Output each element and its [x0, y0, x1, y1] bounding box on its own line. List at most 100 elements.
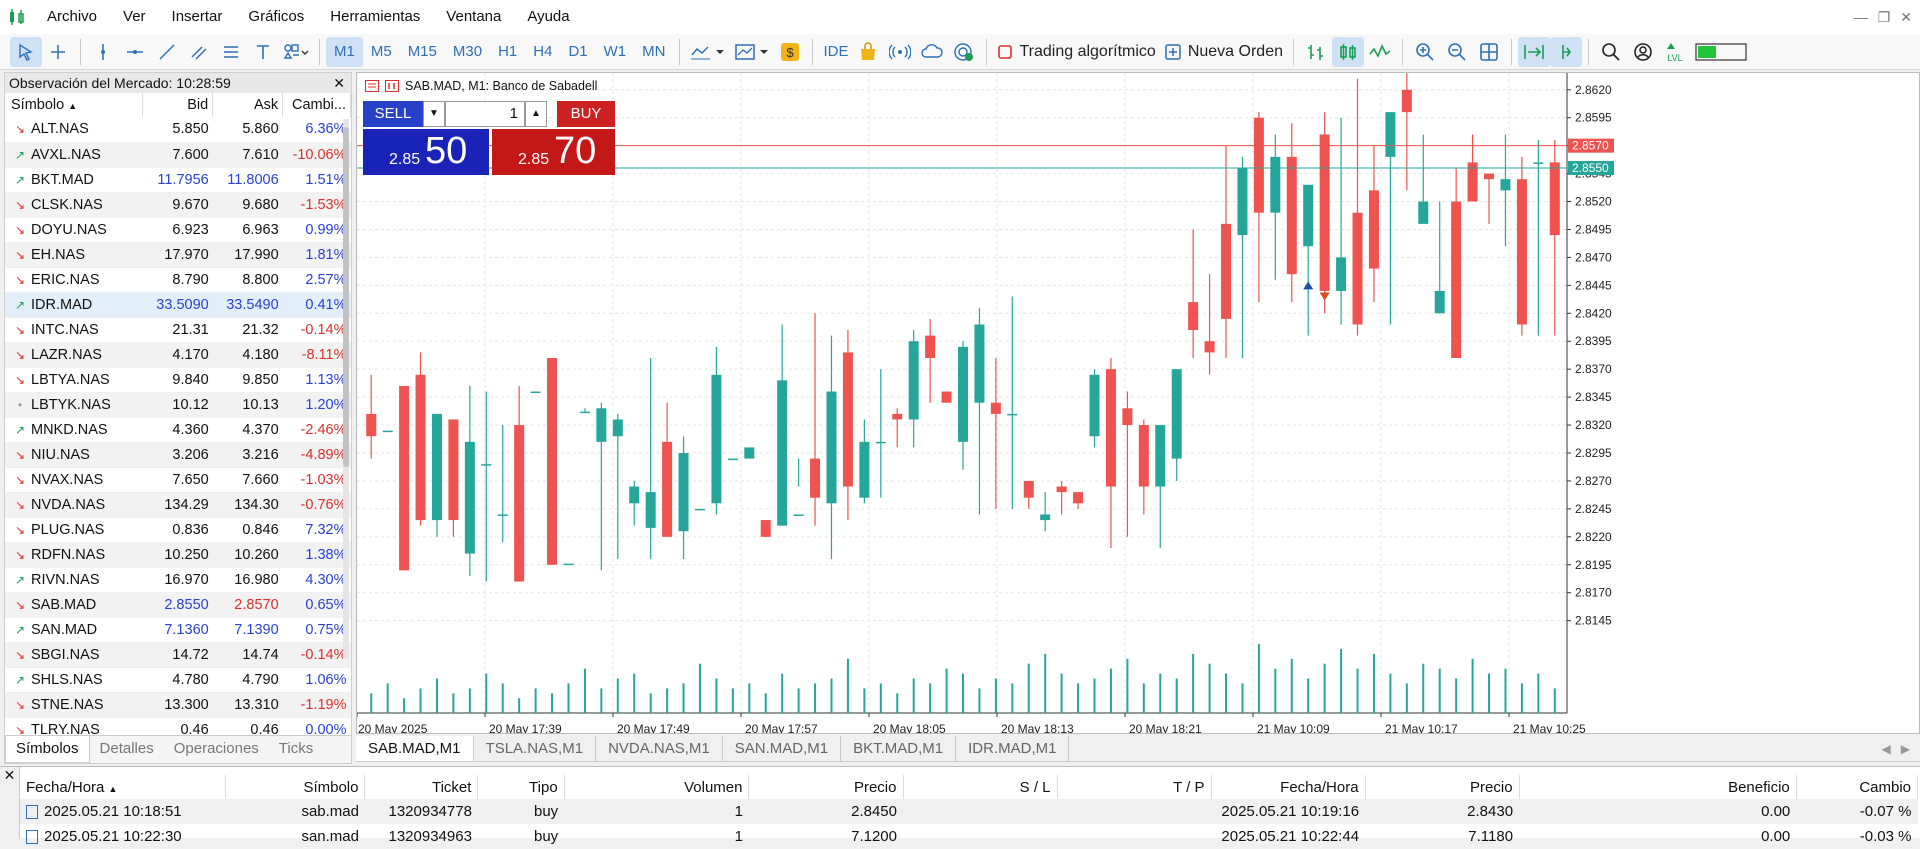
market-watch-row[interactable]: ↘ STNE.NAS 13.300 13.310 -1.19% — [5, 692, 351, 718]
lot-decrease-button[interactable]: ▼ — [423, 101, 445, 127]
column-sl[interactable]: S / L — [903, 775, 1058, 799]
market-watch-row[interactable]: ↘ NVDA.NAS 134.29 134.30 -0.76% — [5, 492, 351, 518]
chart-tab-san[interactable]: SAN.MAD,M1 — [723, 736, 842, 761]
market-watch-row[interactable]: ↘ NIU.NAS 3.206 3.216 -4.89% — [5, 442, 351, 468]
timeframe-m30-button[interactable]: M30 — [445, 37, 490, 67]
timeframe-m5-button[interactable]: M5 — [363, 37, 400, 67]
market-watch-row[interactable]: ↘ DOYU.NAS 6.923 6.963 0.99% — [5, 217, 351, 243]
new-order-button[interactable]: Nueva Orden — [1160, 37, 1287, 67]
timeframe-h1-button[interactable]: H1 — [490, 37, 525, 67]
search-icon[interactable] — [1595, 37, 1627, 67]
lot-increase-button[interactable]: ▲ — [525, 101, 547, 127]
timeframe-h4-button[interactable]: H4 — [525, 37, 560, 67]
column-open-time[interactable]: Fecha/Hora ▲ — [20, 775, 226, 799]
market-bag-icon[interactable] — [852, 37, 884, 67]
market-watch-row[interactable]: ↗ RIVN.NAS 16.970 16.980 4.30% — [5, 567, 351, 593]
market-watch-row[interactable]: ↗ AVXL.NAS 7.600 7.610 -10.06% — [5, 142, 351, 168]
level-badge[interactable]: LVL — [1659, 37, 1691, 67]
text-tool-button[interactable] — [247, 37, 279, 67]
market-watch-row[interactable]: ↗ SHLS.NAS 4.780 4.790 1.06% — [5, 667, 351, 693]
market-watch-row[interactable]: ↘ NVAX.NAS 7.650 7.660 -1.03% — [5, 467, 351, 493]
chart-shift-icon[interactable] — [1550, 36, 1582, 67]
trade-row[interactable]: 2025.05.21 10:18:51 sab.mad 1320934778 buy 1… — [20, 799, 1918, 824]
market-watch-row[interactable]: ↗ SAN.MAD 7.1360 7.1390 0.75% — [5, 617, 351, 643]
bar-chart-button[interactable] — [1300, 37, 1332, 67]
column-bid[interactable]: Bid — [142, 93, 214, 117]
menu-insertar[interactable]: Insertar — [159, 0, 236, 34]
market-watch-row[interactable]: ↘ PLUG.NAS 0.836 0.846 7.32% — [5, 517, 351, 543]
market-watch-row[interactable]: ↘ RDFN.NAS 10.250 10.260 1.38% — [5, 542, 351, 568]
column-change[interactable]: Cambi... — [282, 93, 351, 117]
vps-cloud-icon[interactable] — [916, 37, 948, 67]
sell-price-quote[interactable]: 2.85 50 — [363, 129, 489, 175]
tab-symbols[interactable]: Símbolos — [5, 736, 90, 763]
close-icon[interactable]: ✕ — [333, 73, 345, 93]
column-symbol[interactable]: Símbolo — [225, 775, 366, 799]
column-ask[interactable]: Ask — [212, 93, 284, 117]
column-tp[interactable]: T / P — [1057, 775, 1212, 799]
cursor-tool-button[interactable] — [10, 36, 42, 67]
menu-archivo[interactable]: Archivo — [34, 0, 110, 34]
close-icon[interactable]: ✕ — [1900, 9, 1912, 26]
menu-herramientas[interactable]: Herramientas — [317, 0, 433, 34]
timeframe-m1-button[interactable]: M1 — [326, 36, 363, 67]
minimize-icon[interactable]: — — [1854, 9, 1868, 25]
chart-tab-bkt[interactable]: BKT.MAD,M1 — [841, 736, 957, 761]
market-watch-row[interactable]: ↘ EH.NAS 17.970 17.990 1.81% — [5, 242, 351, 268]
market-watch-row[interactable]: ↗ BKT.MAD 11.7956 11.8006 1.51% — [5, 167, 351, 193]
channel-tool-button[interactable] — [183, 37, 215, 67]
timeframe-mn-button[interactable]: MN — [634, 37, 673, 67]
buy-price-quote[interactable]: 2.85 70 — [492, 129, 615, 175]
dollar-icon[interactable]: $ — [774, 37, 806, 67]
horizontal-line-tool-button[interactable] — [119, 37, 151, 67]
close-icon[interactable]: ✕ — [4, 767, 16, 783]
account-icon[interactable] — [1627, 37, 1659, 67]
market-watch-row[interactable]: ↘ INTC.NAS 21.31 21.32 -0.14% — [5, 317, 351, 343]
vertical-line-tool-button[interactable] — [87, 37, 119, 67]
fibonacci-tool-button[interactable] — [215, 37, 247, 67]
market-watch-scrollbar[interactable] — [343, 119, 349, 659]
menu-ventana[interactable]: Ventana — [433, 0, 514, 34]
chart-templates-button[interactable] — [730, 37, 774, 67]
market-watch-row[interactable]: ↘ CLSK.NAS 9.670 9.680 -1.53% — [5, 192, 351, 218]
market-watch-row[interactable]: ↘ ERIC.NAS 8.790 8.800 2.57% — [5, 267, 351, 293]
timeframe-m15-button[interactable]: M15 — [400, 37, 445, 67]
market-watch-row[interactable]: ↘ LBTYA.NAS 9.840 9.850 1.13% — [5, 367, 351, 393]
column-open-price[interactable]: Precio — [748, 775, 904, 799]
market-watch-row[interactable]: ↗ MNKD.NAS 4.360 4.370 -2.46% — [5, 417, 351, 443]
crosshair-tool-button[interactable] — [42, 37, 74, 67]
chart-tab-sab[interactable]: SAB.MAD,M1 — [356, 736, 474, 761]
tab-details[interactable]: Detalles — [90, 736, 164, 763]
menu-graficos[interactable]: Gráficos — [235, 0, 317, 34]
radar-icon[interactable] — [948, 37, 980, 67]
market-watch-row[interactable]: ↗ IDR.MAD 33.5090 33.5490 0.41% — [5, 292, 351, 318]
ide-button[interactable]: IDE — [819, 37, 852, 67]
shapes-tool-button[interactable] — [279, 37, 313, 67]
market-watch-row[interactable]: ↘ LAZR.NAS 4.170 4.180 -8.11% — [5, 342, 351, 368]
trade-row[interactable]: 2025.05.21 10:22:30 san.mad 1320934963 buy 1… — [20, 824, 1918, 849]
auto-scroll-icon[interactable] — [1518, 36, 1550, 67]
column-volume[interactable]: Volumen — [564, 775, 750, 799]
indicators-button[interactable] — [686, 37, 730, 67]
market-watch-row[interactable]: ↘ ALT.NAS 5.850 5.860 6.36% — [5, 117, 351, 143]
column-type[interactable]: Tipo — [477, 775, 565, 799]
menu-ayuda[interactable]: Ayuda — [514, 0, 582, 34]
tab-operations[interactable]: Operaciones — [164, 736, 269, 763]
column-close-price[interactable]: Precio — [1365, 775, 1520, 799]
market-watch-row[interactable]: • LBTYK.NAS 10.12 10.13 1.20% — [5, 392, 351, 418]
buy-button[interactable]: BUY — [557, 101, 615, 127]
tile-windows-icon[interactable] — [1473, 37, 1505, 67]
chart-tab-tsla[interactable]: TSLA.NAS,M1 — [474, 736, 597, 761]
chart-tab-idr[interactable]: IDR.MAD,M1 — [956, 736, 1070, 761]
zoom-in-icon[interactable] — [1409, 37, 1441, 67]
chart-tabs-scroll-arrows[interactable]: ◀ ▶ — [1882, 736, 1910, 762]
column-symbol[interactable]: Símbolo ▲ — [5, 93, 144, 117]
timeframe-w1-button[interactable]: W1 — [596, 37, 635, 67]
timeframe-d1-button[interactable]: D1 — [560, 37, 595, 67]
zoom-out-icon[interactable] — [1441, 37, 1473, 67]
market-watch-row[interactable]: ↘ SAB.MAD 2.8550 2.8570 0.65% — [5, 592, 351, 618]
sell-button[interactable]: SELL — [363, 101, 423, 127]
line-chart-button[interactable] — [1364, 37, 1396, 67]
column-change[interactable]: Cambio — [1796, 775, 1919, 799]
lot-volume-input[interactable]: 1 — [445, 101, 525, 127]
